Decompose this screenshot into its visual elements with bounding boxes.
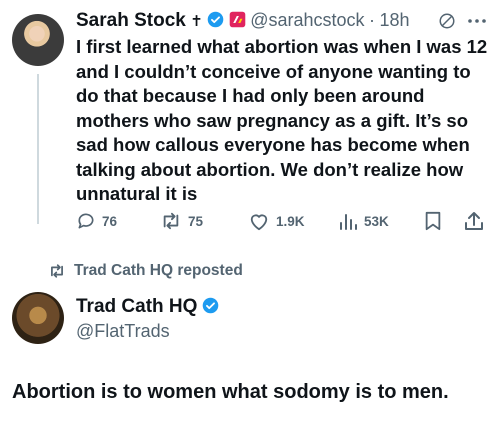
- avatar-trad-cath-hq[interactable]: [12, 292, 64, 344]
- repost-count: 75: [188, 213, 204, 229]
- tweet1-header: Sarah Stock ✝ @sarahcstock · 18h: [76, 10, 409, 32]
- verified-icon: [207, 11, 224, 28]
- repost-icon: [160, 211, 182, 231]
- repost-small-icon: [48, 263, 66, 279]
- views-icon: [338, 211, 358, 231]
- caption-text: Abortion is to women what sodomy is to m…: [12, 381, 449, 403]
- views-count: 53K: [364, 213, 389, 229]
- like-count: 1.9K: [276, 213, 305, 229]
- reply-button[interactable]: 76: [76, 211, 117, 231]
- like-icon: [248, 211, 270, 231]
- views-button[interactable]: 53K: [338, 211, 389, 231]
- repost-banner-text: Trad Cath HQ reposted: [74, 262, 243, 279]
- reply-count: 76: [102, 213, 118, 229]
- verified-icon-2: [202, 297, 219, 314]
- reply-icon: [76, 211, 96, 231]
- brand-badge-icon: [229, 11, 246, 28]
- share-icon[interactable]: [464, 210, 484, 232]
- author-handle-2[interactable]: @FlatTrads: [76, 321, 170, 342]
- bookmark-icon[interactable]: [424, 211, 442, 231]
- name-suffix: ✝: [190, 13, 203, 30]
- thread-line: [37, 74, 39, 224]
- grok-icon[interactable]: [438, 12, 456, 30]
- repost-banner[interactable]: Trad Cath HQ reposted: [48, 262, 243, 280]
- author-handle[interactable]: @sarahcstock: [250, 10, 364, 30]
- author-name-2[interactable]: Trad Cath HQ: [76, 296, 197, 317]
- repost-button[interactable]: 75: [160, 211, 203, 231]
- more-icon[interactable]: [466, 14, 488, 28]
- author-name[interactable]: Sarah Stock: [76, 10, 186, 31]
- tweet2-header: Trad Cath HQ: [76, 296, 219, 318]
- timestamp[interactable]: 18h: [379, 10, 409, 30]
- tweet1-text: I first learned what abortion was when I…: [76, 36, 488, 204]
- avatar-sarah-stock[interactable]: [12, 14, 64, 66]
- separator-dot: ·: [368, 10, 375, 30]
- like-button[interactable]: 1.9K: [248, 211, 305, 231]
